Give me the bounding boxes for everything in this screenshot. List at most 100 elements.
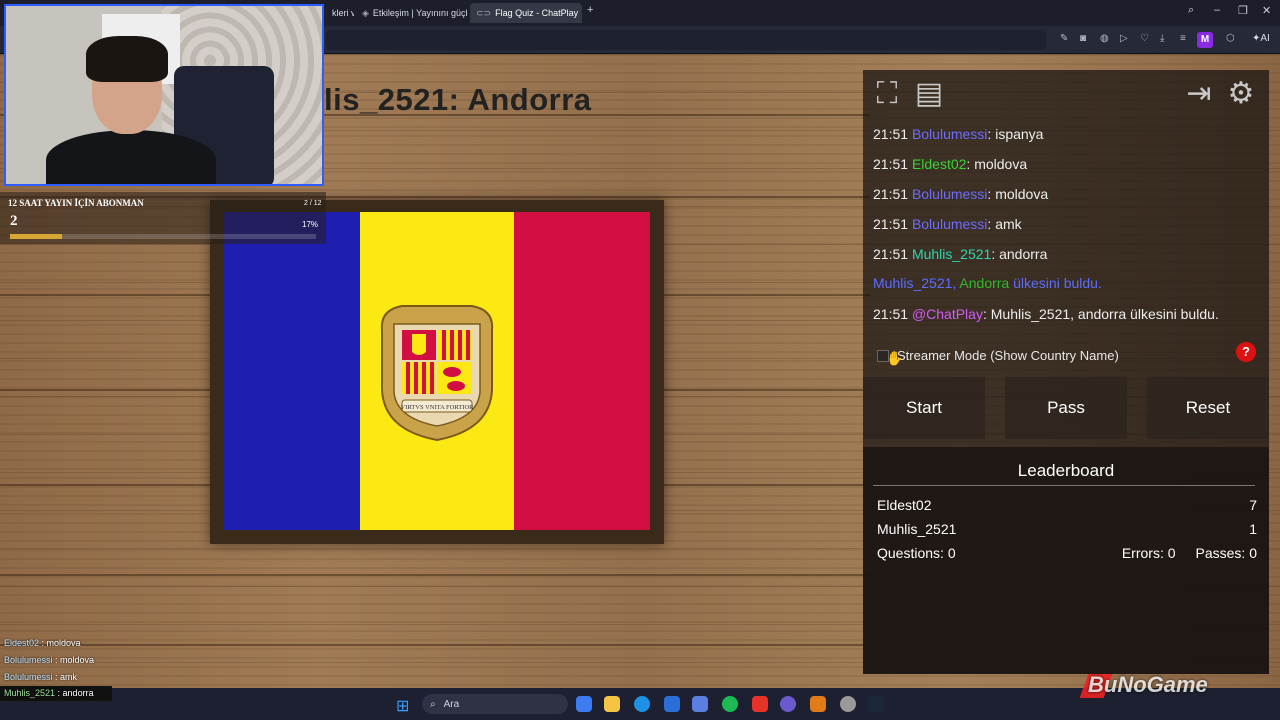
mail-icon[interactable] <box>692 696 708 712</box>
stream-chat-user: Eldest02 <box>4 638 40 648</box>
ai-button[interactable]: ✦AI <box>1252 33 1270 44</box>
chat-text: andorra <box>999 246 1048 262</box>
chat-sep: : <box>982 306 991 322</box>
coat-of-arms-icon: VIRTVS VNITA FORTIOR <box>380 305 494 442</box>
tab-1[interactable]: kleri ve <box>326 3 354 23</box>
flag-stripe-red <box>514 212 650 530</box>
chat-text: amk <box>995 216 1022 232</box>
chat-message: 21:51 Bolulumessi: moldova <box>873 186 1048 202</box>
steam-icon[interactable] <box>868 696 884 712</box>
stream-chat-line: Muhlis_2521 : andorra <box>4 688 94 698</box>
chat-time: 21:51 <box>873 306 909 322</box>
taskbar-search[interactable]: ⌕ Ara <box>422 694 568 714</box>
settings-gear-icon[interactable]: ⚙ <box>1223 76 1259 112</box>
leaderboard: Leaderboard Eldest02 7 Muhlis_2521 1 Que… <box>863 447 1269 674</box>
webcam-person-body <box>46 130 216 184</box>
search-tabs-icon[interactable]: ⌕ <box>1188 4 1194 17</box>
sub-goal-title: 12 SAAT YAYIN İÇİN ABONMAN <box>8 198 144 208</box>
notes-icon[interactable]: ▤ <box>911 76 947 112</box>
chat-sep: : <box>991 246 1000 262</box>
chat-text: moldova <box>995 186 1049 202</box>
logout-icon[interactable]: ⇥ <box>1181 76 1217 112</box>
flag-frame: VIRTVS VNITA FORTIOR <box>210 200 664 544</box>
leaderboard-name: Eldest02 <box>877 497 932 513</box>
questions-count: Questions: 0 <box>877 545 956 561</box>
download-icon[interactable]: ⤓ <box>1160 33 1164 44</box>
leaderboard-score: 7 <box>1249 497 1257 513</box>
coat-motto: VIRTVS VNITA FORTIOR <box>401 404 475 411</box>
pass-button[interactable]: Pass <box>1005 377 1127 439</box>
chat-text: Muhlis_2521, andorra ülkesini buldu. <box>990 306 1219 322</box>
app-icon[interactable] <box>810 696 826 712</box>
stream-chat-line: Bolulumessi : moldova <box>4 655 94 665</box>
edit-icon[interactable]: ✎ <box>1060 33 1068 44</box>
wood-plank-line <box>0 644 870 646</box>
copilot-icon[interactable] <box>576 696 592 712</box>
streamer-mode-toggle[interactable]: Streamer Mode (Show Country Name) <box>877 348 1119 363</box>
chat-user: @ChatPlay <box>911 306 983 322</box>
profile-avatar[interactable]: M <box>1197 32 1213 48</box>
shield-icon[interactable]: ◍ <box>1100 33 1109 44</box>
new-tab-button[interactable]: + <box>587 4 593 16</box>
sub-goal-progress-bar <box>10 234 316 239</box>
tab-2-label: Etkileşim | Yayınını güçlen <box>372 8 468 18</box>
leaderboard-row: Muhlis_2521 1 <box>877 521 1257 537</box>
stream-chat-text: : moldova <box>39 638 81 648</box>
wood-plank-line <box>0 574 870 576</box>
sub-goal-count: 2 / 12 <box>304 200 322 207</box>
spotify-icon[interactable] <box>722 696 738 712</box>
chat-message: 21:51 Bolulumessi: amk <box>873 216 1022 232</box>
brand-watermark: BuNoGame <box>1088 672 1208 697</box>
help-icon[interactable]: ? <box>1236 342 1256 362</box>
windows-start-icon[interactable]: ⊞ <box>396 696 409 716</box>
opera-icon[interactable] <box>752 696 768 712</box>
fullscreen-icon[interactable]: ⛶ <box>869 76 905 112</box>
chat-time: 21:51 <box>873 246 909 262</box>
camera-icon[interactable]: ◙ <box>1080 33 1086 44</box>
streamer-mode-label: Streamer Mode (Show Country Name) <box>897 348 1119 363</box>
chat-time: 21:51 <box>873 186 909 202</box>
sub-goal-progress-fill <box>10 234 63 239</box>
chat-user: Bolulumessi <box>911 216 988 232</box>
sub-goal-value: 2 <box>10 213 18 229</box>
tab-flag-quiz[interactable]: ⊂⊃ Flag Quiz - ChatPlay <box>470 3 582 23</box>
stream-chat-text: : moldova <box>52 655 95 665</box>
edge-icon[interactable] <box>634 696 650 712</box>
minimize-icon[interactable]: – <box>1214 4 1220 16</box>
close-icon[interactable]: ✕ <box>1262 4 1271 17</box>
heart-icon[interactable]: ♡ <box>1140 33 1149 44</box>
passes-count: Passes: 0 <box>1195 545 1257 561</box>
play-icon[interactable]: ▷ <box>1120 33 1128 44</box>
maximize-icon[interactable]: ❐ <box>1238 4 1248 17</box>
menu-icon[interactable]: ≡ <box>1180 33 1186 44</box>
discord-icon[interactable] <box>780 696 796 712</box>
start-button[interactable]: Start <box>863 377 985 439</box>
sub-goal-percent: 17% <box>302 220 319 229</box>
chatplay-icon: ⊂⊃ <box>476 7 492 18</box>
address-bar[interactable] <box>326 30 1046 50</box>
chat-message: 21:51 Eldest02: moldova <box>873 156 1027 172</box>
errors-count: Errors: 0 <box>1121 545 1176 561</box>
reset-button[interactable]: Reset <box>1147 377 1269 439</box>
chrome-icon[interactable] <box>840 696 856 712</box>
chat-country: Andorra <box>959 275 1010 291</box>
tab-1-label: kleri ve <box>332 8 354 18</box>
andorra-flag: VIRTVS VNITA FORTIOR <box>224 212 650 530</box>
chat-time: 21:51 <box>873 126 909 142</box>
file-explorer-icon[interactable] <box>604 696 620 712</box>
flag-stripe-blue <box>224 212 360 530</box>
tab-2[interactable]: ◈ Etkileşim | Yayınını güçlen <box>356 3 468 23</box>
extensions-icon[interactable]: ⬡ <box>1226 33 1235 44</box>
quiz-title: lis_2521: Andorra <box>324 82 592 117</box>
stream-chat-text: : amk <box>52 672 78 682</box>
chat-text: ülkesini buldu. <box>1009 275 1102 291</box>
chat-message: 21:51 @ChatPlay: Muhlis_2521, andorra ül… <box>873 306 1219 322</box>
chat-system-message: Muhlis_2521, Andorra ülkesini buldu. <box>873 275 1102 291</box>
taskbar-search-placeholder: Ara <box>443 698 460 710</box>
chat-time: 21:51 <box>873 156 909 172</box>
chat-message: 21:51 Bolulumessi: ispanya <box>873 126 1043 142</box>
search-icon: ⌕ <box>430 698 436 710</box>
chat-time: 21:51 <box>873 216 909 232</box>
mouse-cursor-icon: ✋ <box>886 350 904 366</box>
store-icon[interactable] <box>664 696 680 712</box>
